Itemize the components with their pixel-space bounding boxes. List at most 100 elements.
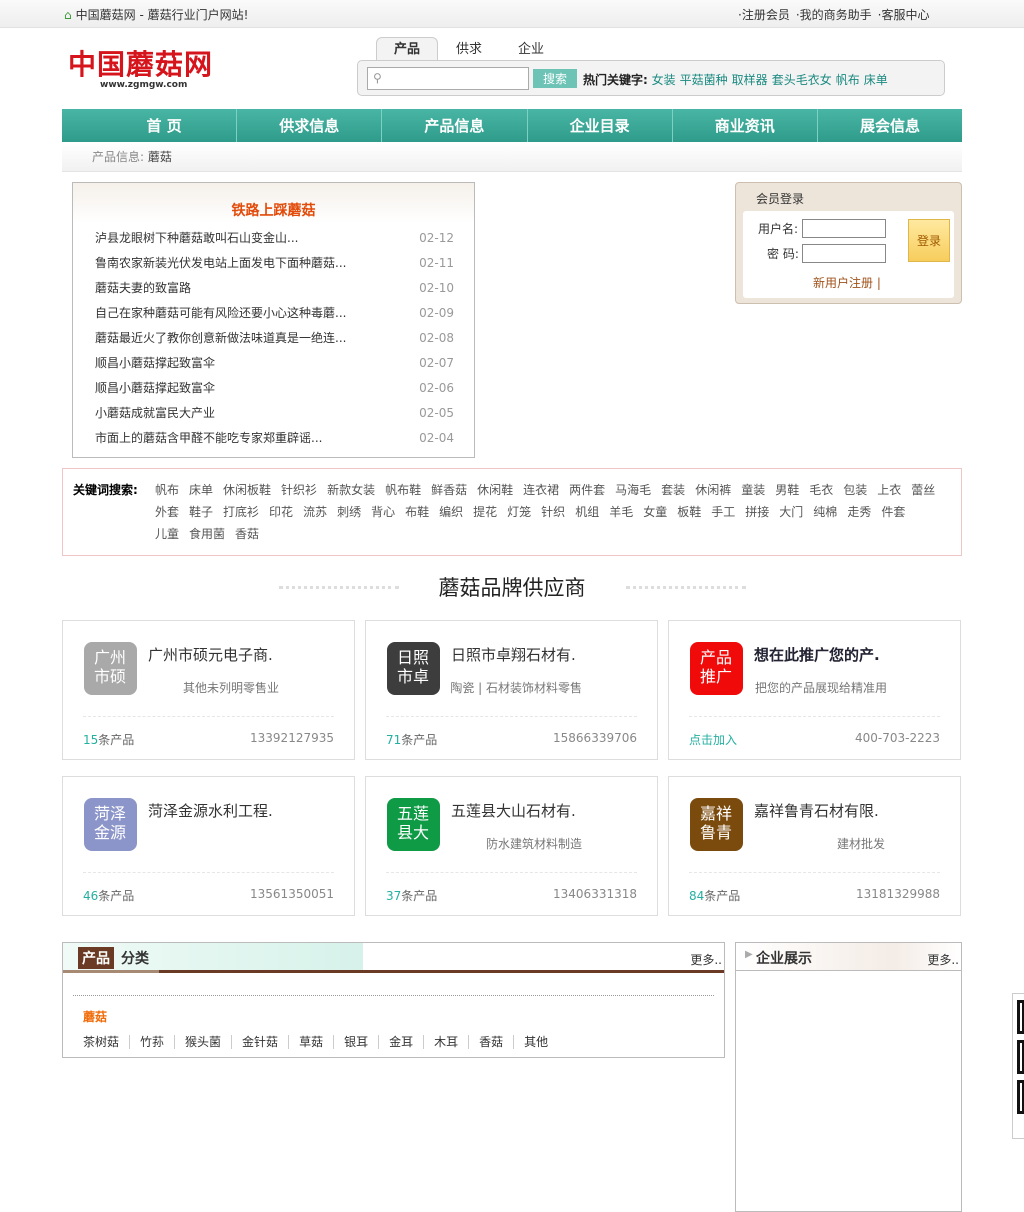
category-more-link[interactable]: 更多.. xyxy=(690,951,722,968)
news-title[interactable]: 顺昌小蘑菇撑起致富伞 xyxy=(95,351,215,376)
nav-item[interactable]: 商业资讯 xyxy=(671,109,817,142)
news-title[interactable]: 市面上的蘑菇含甲醛不能吃专家郑重辟谣... xyxy=(95,426,322,451)
news-item[interactable]: 市面上的蘑菇含甲醛不能吃专家郑重辟谣... 02-04 xyxy=(73,426,474,451)
news-item[interactable]: 蘑菇夫妻的致富路 02-10 xyxy=(73,276,474,301)
keyword-link[interactable]: 大门 xyxy=(779,505,803,519)
news-title[interactable]: 小蘑菇成就富民大产业 xyxy=(95,401,215,426)
news-title[interactable]: 泸县龙眼树下种蘑菇敢叫石山变金山... xyxy=(95,226,298,251)
subcategory-link[interactable]: 香菇 xyxy=(479,1035,515,1049)
site-logo[interactable]: 中国蘑菇网 www.zgmgw.com xyxy=(68,50,213,91)
password-input[interactable] xyxy=(802,244,886,263)
news-title[interactable]: 顺昌小蘑菇撑起致富伞 xyxy=(95,376,215,401)
keyword-link[interactable]: 男鞋 xyxy=(775,483,799,497)
keyword-link[interactable]: 女童 xyxy=(643,505,667,519)
supplier-name[interactable]: 菏泽金源水利工程. xyxy=(148,800,273,821)
news-title[interactable]: 自己在家种蘑菇可能有风险还要小心这种毒蘑... xyxy=(95,301,346,326)
keyword-link[interactable]: 休闲鞋 xyxy=(477,483,513,497)
home-icon[interactable]: ⌂ xyxy=(64,8,72,22)
keyword-link[interactable]: 灯笼 xyxy=(507,505,531,519)
nav-item[interactable]: 企业目录 xyxy=(526,109,672,142)
register-link[interactable]: ·注册会员 xyxy=(738,8,790,22)
supplier-card[interactable]: 五莲 县大 五莲县大山石材有. 防水建筑材料制造 37条产品 13406331318 xyxy=(365,776,658,916)
subcategory-link[interactable]: 金针菇 xyxy=(242,1035,290,1049)
supplier-card[interactable]: 菏泽 金源 菏泽金源水利工程. 46条产品 13561350051 xyxy=(62,776,355,916)
news-item[interactable]: 蘑菇最近火了教你创意新做法味道真是一绝连... 02-08 xyxy=(73,326,474,351)
hot-keyword-link[interactable]: 床单 xyxy=(864,73,888,87)
hot-keyword-link[interactable]: 套头毛衣女 xyxy=(772,73,832,87)
keyword-link[interactable]: 新款女装 xyxy=(327,483,375,497)
keyword-link[interactable]: 上衣 xyxy=(877,483,901,497)
product-count[interactable]: 点击加入 xyxy=(689,731,737,748)
hot-keyword-link[interactable]: 取样器 xyxy=(732,73,768,87)
keyword-link[interactable]: 毛衣 xyxy=(809,483,833,497)
supplier-card[interactable]: 日照 市卓 日照市卓翔石材有. 陶瓷 | 石材装饰材料零售 71条产品 158663397… xyxy=(365,620,658,760)
keyword-link[interactable]: 编织 xyxy=(439,505,463,519)
news-title[interactable]: 蘑菇夫妻的致富路 xyxy=(95,276,191,301)
subcategory-link[interactable]: 草菇 xyxy=(299,1035,335,1049)
news-item[interactable]: 小蘑菇成就富民大产业 02-05 xyxy=(73,401,474,426)
subcategory-link[interactable]: 木耳 xyxy=(434,1035,470,1049)
keyword-link[interactable]: 鞋子 xyxy=(189,505,213,519)
keyword-link[interactable]: 帆布鞋 xyxy=(385,483,421,497)
keyword-link[interactable]: 套装 xyxy=(661,483,685,497)
floating-qr-widget[interactable] xyxy=(1012,993,1024,1139)
customer-service-link[interactable]: ·客服中心 xyxy=(878,8,930,22)
nav-item[interactable]: 供求信息 xyxy=(236,109,381,142)
keyword-link[interactable]: 针织 xyxy=(541,505,565,519)
keyword-link[interactable]: 件套 xyxy=(881,505,905,519)
keyword-link[interactable]: 拼接 xyxy=(745,505,769,519)
supplier-name[interactable]: 日照市卓翔石材有. xyxy=(451,644,576,665)
subcategory-link[interactable]: 其他 xyxy=(524,1035,558,1049)
hot-keyword-link[interactable]: 平菇菌种 xyxy=(680,73,728,87)
keyword-link[interactable]: 儿童 xyxy=(155,527,179,541)
keyword-link[interactable]: 流苏 xyxy=(303,505,327,519)
subcategory-link[interactable]: 竹荪 xyxy=(140,1035,176,1049)
nav-item[interactable]: 展会信息 xyxy=(816,109,962,142)
keyword-link[interactable]: 针织衫 xyxy=(281,483,317,497)
news-title[interactable]: 铁路上踩蘑菇 xyxy=(73,200,474,220)
keyword-link[interactable]: 打底衫 xyxy=(223,505,259,519)
supplier-card[interactable]: 产品 推广 想在此推广您的产. 把您的产品展现给精准用 点击加入 400-703-2223 xyxy=(668,620,961,760)
keyword-link[interactable]: 羊毛 xyxy=(609,505,633,519)
subcategory-link[interactable]: 猴头菌 xyxy=(185,1035,233,1049)
supplier-card[interactable]: 广州 市硕 广州市硕元电子商. 其他未列明零售业 15条产品 13392127935 xyxy=(62,620,355,760)
search-input[interactable] xyxy=(367,67,529,90)
new-user-register-link[interactable]: 新用户注册 | xyxy=(813,274,881,291)
keyword-link[interactable]: 蕾丝 xyxy=(911,483,935,497)
keyword-link[interactable]: 两件套 xyxy=(569,483,605,497)
supplier-name[interactable]: 广州市硕元电子商. xyxy=(148,644,273,665)
keyword-link[interactable]: 连衣裙 xyxy=(523,483,559,497)
keyword-link[interactable]: 鲜香菇 xyxy=(431,483,467,497)
keyword-link[interactable]: 板鞋 xyxy=(677,505,701,519)
news-title[interactable]: 鲁南农家新装光伏发电站上面发电下面种蘑菇... xyxy=(95,251,346,276)
business-assistant-link[interactable]: ·我的商务助手 xyxy=(796,8,872,22)
supplier-name[interactable]: 五莲县大山石材有. xyxy=(451,800,576,821)
keyword-link[interactable]: 食用菌 xyxy=(189,527,225,541)
enterprise-more-link[interactable]: 更多.. xyxy=(927,951,959,968)
subcategory-link[interactable]: 银耳 xyxy=(344,1035,380,1049)
login-button[interactable]: 登录 xyxy=(908,219,950,262)
keyword-link[interactable]: 香菇 xyxy=(235,527,259,541)
news-title[interactable]: 蘑菇最近火了教你创意新做法味道真是一绝连... xyxy=(95,326,346,351)
keyword-link[interactable]: 帆布 xyxy=(155,483,179,497)
subcategory-link[interactable]: 金耳 xyxy=(389,1035,425,1049)
keyword-link[interactable]: 手工 xyxy=(711,505,735,519)
supplier-card[interactable]: 嘉祥 鲁青 嘉祥鲁青石材有限. 建材批发 84条产品 13181329988 xyxy=(668,776,961,916)
tab-product[interactable]: 产品 xyxy=(376,37,438,61)
keyword-link[interactable]: 背心 xyxy=(371,505,395,519)
keyword-link[interactable]: 包装 xyxy=(843,483,867,497)
search-button[interactable]: 搜索 xyxy=(533,69,577,88)
keyword-link[interactable]: 外套 xyxy=(155,505,179,519)
breadcrumb-prefix[interactable]: 产品信息: xyxy=(92,150,144,164)
keyword-link[interactable]: 休闲板鞋 xyxy=(223,483,271,497)
news-item[interactable]: 泸县龙眼树下种蘑菇敢叫石山变金山... 02-12 xyxy=(73,226,474,251)
keyword-link[interactable]: 印花 xyxy=(269,505,293,519)
tab-company[interactable]: 企业 xyxy=(500,38,562,62)
keyword-link[interactable]: 提花 xyxy=(473,505,497,519)
keyword-link[interactable]: 马海毛 xyxy=(615,483,651,497)
category-name[interactable]: 蘑菇 xyxy=(83,1008,107,1025)
news-item[interactable]: 顺昌小蘑菇撑起致富伞 02-07 xyxy=(73,351,474,376)
hot-keyword-link[interactable]: 帆布 xyxy=(836,73,860,87)
keyword-link[interactable]: 童装 xyxy=(741,483,765,497)
subcategory-link[interactable]: 茶树菇 xyxy=(83,1035,131,1049)
